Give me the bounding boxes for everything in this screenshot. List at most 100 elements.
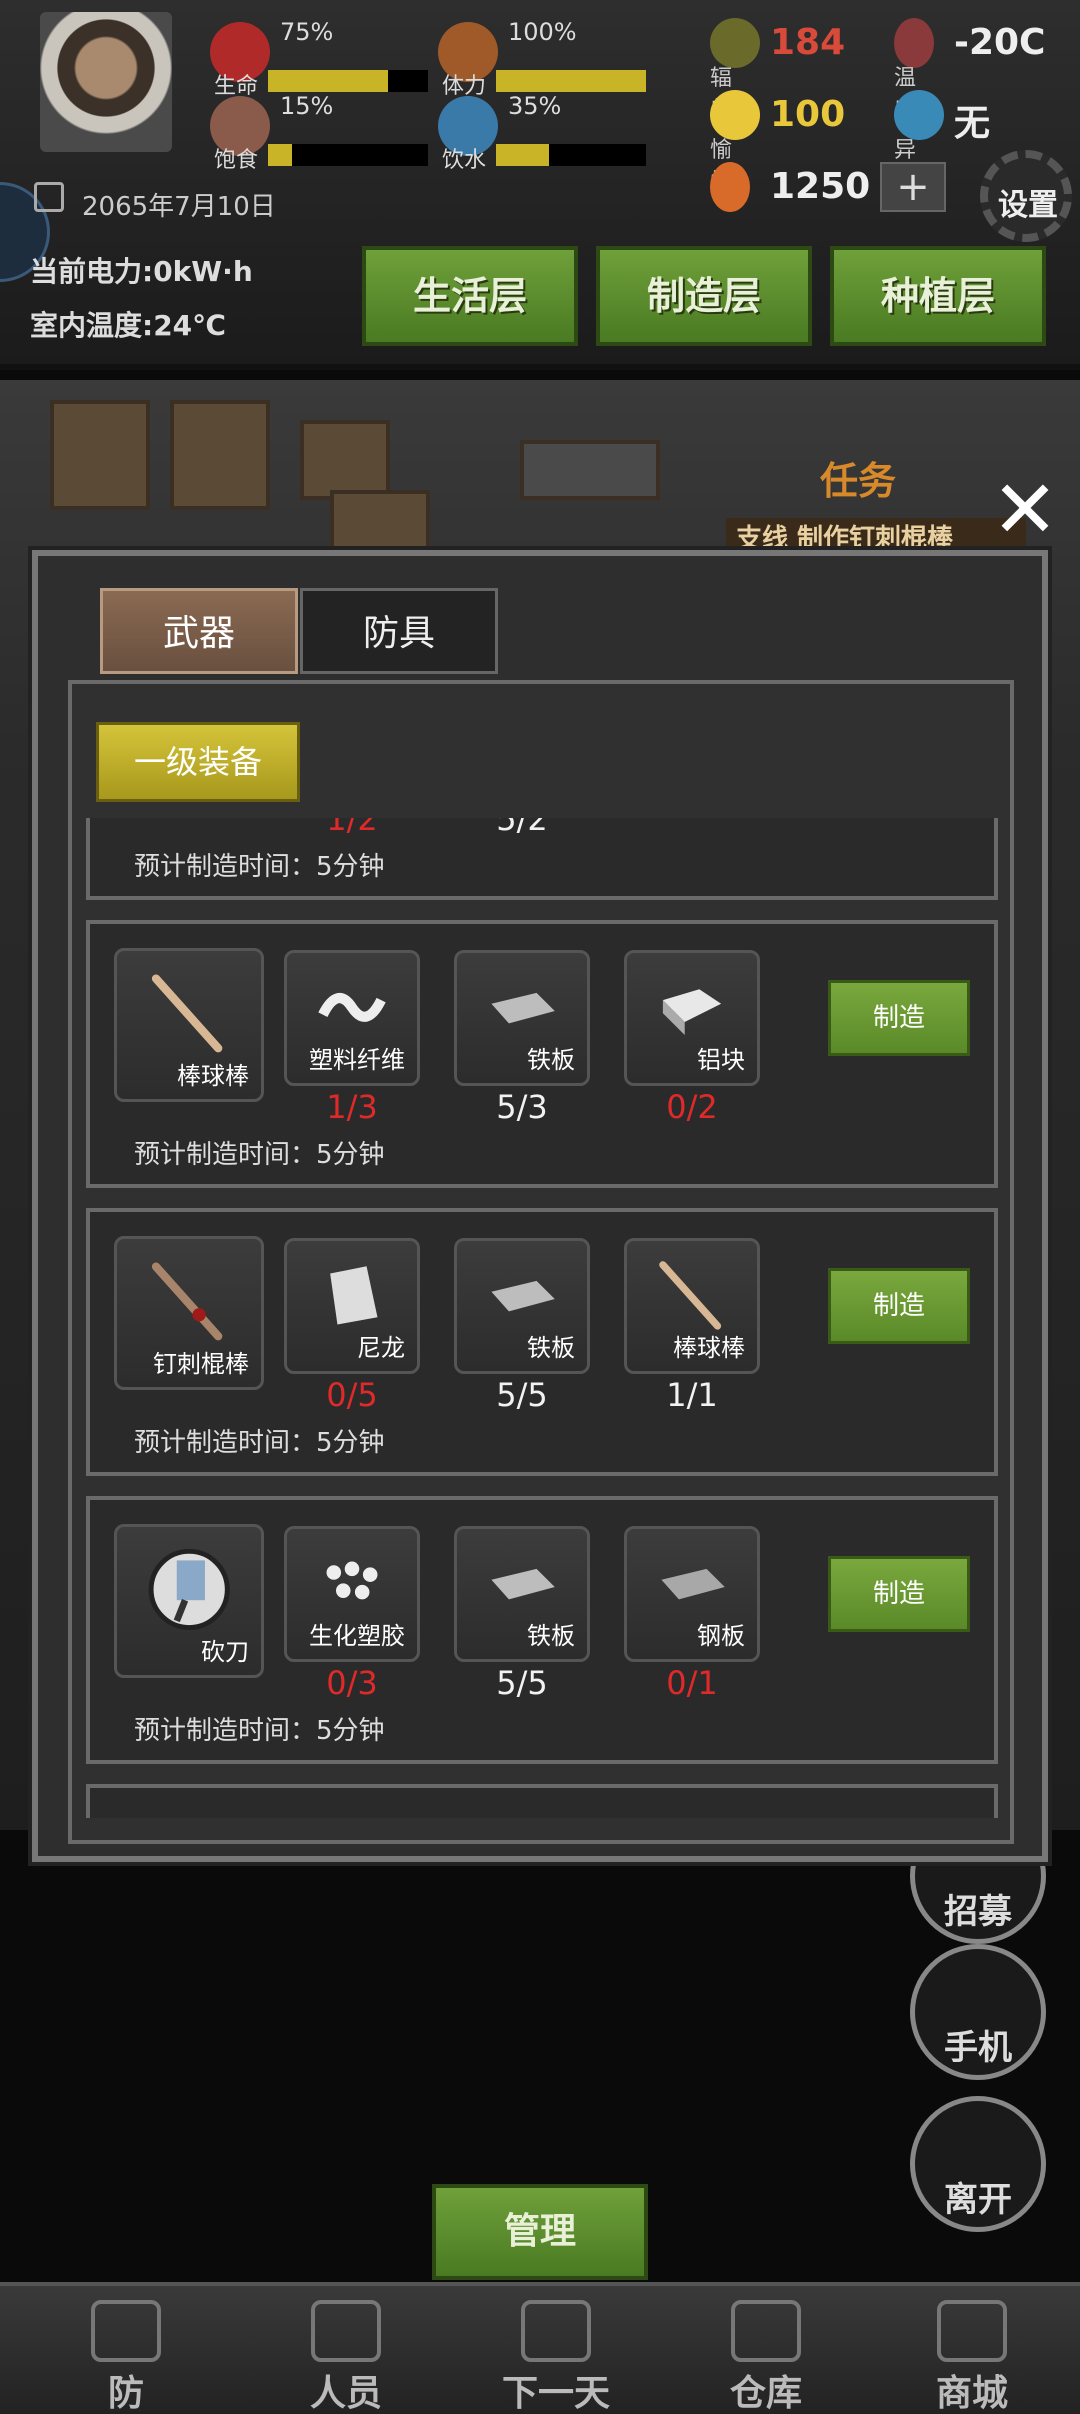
nav-next-day-label: 下一天 <box>501 2373 610 2414</box>
stat-stamina: 100% 体力 <box>438 18 648 99</box>
ingredient-count: 5/5 <box>496 1664 548 1702</box>
ingredient-name: 铝块 <box>697 1046 745 1074</box>
close-icon[interactable]: ✕ <box>990 470 1060 550</box>
phone-button[interactable]: 手机 <box>910 1944 1046 2080</box>
planting-floor-button[interactable]: 种植层 <box>830 246 1046 346</box>
ingredient-count: 1/2 <box>326 818 378 838</box>
craft-time: 预计制造时间：5分钟 <box>134 1428 385 1458</box>
nav-next-day[interactable]: 下一天 <box>456 2286 656 2414</box>
result-name: 砍刀 <box>201 1638 249 1666</box>
plastic-fiber-icon <box>318 993 386 1022</box>
craft-button[interactable]: 制造 <box>828 1556 970 1632</box>
craft-button[interactable]: 制造 <box>828 980 970 1056</box>
shop-icon <box>937 2300 1007 2362</box>
iron-plate-icon <box>491 1569 555 1600</box>
ingredient-count: 5/5 <box>496 1376 548 1414</box>
ingredient-count: 5/2 <box>496 818 548 838</box>
result-slot[interactable]: 棒球棒 <box>114 948 264 1102</box>
health-percent: 75% <box>280 18 334 46</box>
crate-prop <box>300 420 390 500</box>
bottom-nav: 防 人员 下一天 仓库 商城 <box>0 2282 1080 2414</box>
recipe-card-knuckles: 指虎 1/2 5/2 预计制造时间：5分钟 <box>86 818 998 900</box>
nav-staff[interactable]: 人员 <box>246 2286 446 2414</box>
stamina-bar-fill <box>496 70 646 92</box>
recruit-label: 招募 <box>944 1892 1012 1932</box>
nav-warehouse-label: 仓库 <box>729 2373 802 2414</box>
leave-button[interactable]: 离开 <box>910 2096 1046 2232</box>
recipe-card-machete: 砍刀 生化塑胶 0/3 铁板 5/5 钢板 0/1 制造 预计制造时间：5分钟 <box>86 1496 998 1764</box>
ingredient-name: 塑料纤维 <box>309 1046 405 1074</box>
result-name: 钉刺棍棒 <box>153 1350 249 1378</box>
joy-value: 100 <box>770 94 846 135</box>
stamina-percent: 100% <box>508 18 577 46</box>
iron-plate-icon <box>491 993 555 1024</box>
leave-label: 离开 <box>944 2180 1012 2220</box>
nav-shop-label: 商城 <box>935 2373 1008 2414</box>
radiation-value: 184 <box>770 22 846 63</box>
shelf-prop <box>170 400 270 510</box>
result-name: 棒球棒 <box>177 1062 249 1090</box>
ingredient-count: 1/3 <box>326 1088 378 1126</box>
ingredient-count: 0/1 <box>666 1664 718 1702</box>
temperature-value: -20C <box>954 22 1046 63</box>
recipe-list[interactable]: 指虎 1/2 5/2 预计制造时间：5分钟 棒球棒 塑料纤维 1/3 <box>86 818 998 1818</box>
top-hud: 75% 生命 100% 体力 15% 饱食 35% 饮水 184 辐射 -20C… <box>0 0 1080 370</box>
crafting-modal: 武器 防具 一级装备 指虎 1/2 5/2 预计制造时间：5分钟 棒球棒 <box>32 550 1048 1862</box>
add-currency-button[interactable]: + <box>880 162 946 212</box>
ingredient-name: 生化塑胶 <box>309 1622 405 1650</box>
settings-label: 设置 <box>998 188 1058 223</box>
nylon-icon <box>330 1266 378 1325</box>
category-tabs: 武器 防具 <box>100 588 500 674</box>
craft-button[interactable]: 制造 <box>828 1268 970 1344</box>
ingredient-slot[interactable]: 塑料纤维 <box>284 950 420 1086</box>
book-icon <box>521 2300 591 2362</box>
baseball-bat-icon <box>659 1261 722 1330</box>
biochemical-plastic-icon <box>326 1561 378 1600</box>
result-slot[interactable]: 钉刺棍棒 <box>114 1236 264 1390</box>
hunger-bar-fill <box>268 144 292 166</box>
ingredient-name: 尼龙 <box>357 1334 405 1362</box>
steel-plate-icon <box>661 1569 725 1600</box>
ingredient-name: 棒球棒 <box>673 1334 745 1362</box>
phone-label: 手机 <box>944 2028 1012 2068</box>
ingredient-slot[interactable]: 钢板 <box>624 1526 760 1662</box>
hunger-percent: 15% <box>280 92 334 120</box>
ingredient-slot[interactable]: 尼龙 <box>284 1238 420 1374</box>
water-bar-fill <box>496 144 549 166</box>
ingredient-count: 5/3 <box>496 1088 548 1126</box>
shelf-prop <box>50 400 150 510</box>
nav-shop[interactable]: 商城 <box>872 2286 1072 2414</box>
ingredient-slot[interactable]: 铁板 <box>454 1238 590 1374</box>
hunger-label: 饱食 <box>214 148 259 173</box>
tab-armor[interactable]: 防具 <box>300 588 498 674</box>
living-floor-button[interactable]: 生活层 <box>362 246 578 346</box>
craft-time: 预计制造时间：5分钟 <box>134 1140 385 1170</box>
ingredient-count: 0/5 <box>326 1376 378 1414</box>
ingredient-slot[interactable]: 棒球棒 <box>624 1238 760 1374</box>
stat-hunger: 15% 饱食 <box>210 92 428 173</box>
recipe-card-baseball-bat: 棒球棒 塑料纤维 1/3 铁板 5/3 铝块 0/2 制造 预计制造时间：5分钟 <box>86 920 998 1188</box>
ingredient-name: 钢板 <box>697 1622 745 1650</box>
player-avatar[interactable] <box>40 12 172 152</box>
barrier-prop <box>520 440 660 500</box>
ingredient-slot[interactable]: 生化塑胶 <box>284 1526 420 1662</box>
tab-weapons[interactable]: 武器 <box>100 588 298 674</box>
ingredient-name: 铁板 <box>527 1334 575 1362</box>
settings-button[interactable]: 设置 <box>980 150 1072 242</box>
equipment-level-badge[interactable]: 一级装备 <box>96 722 300 802</box>
task-title[interactable]: 任务 <box>820 450 896 505</box>
nav-warehouse[interactable]: 仓库 <box>666 2286 866 2414</box>
aluminum-block-icon <box>662 989 722 1036</box>
water-label: 饮水 <box>442 148 487 173</box>
recipe-card-next <box>86 1784 998 1818</box>
result-slot[interactable]: 砍刀 <box>114 1524 264 1678</box>
stat-water: 35% 饮水 <box>438 92 648 173</box>
ingredient-slot[interactable]: 铁板 <box>454 950 590 1086</box>
fire-gem-icon <box>710 162 750 212</box>
recipe-panel: 一级装备 指虎 1/2 5/2 预计制造时间：5分钟 棒球棒 塑料纤维 <box>68 680 1014 1844</box>
crafting-floor-button[interactable]: 制造层 <box>596 246 812 346</box>
ingredient-slot[interactable]: 铁板 <box>454 1526 590 1662</box>
manage-button[interactable]: 管理 <box>432 2184 648 2280</box>
ingredient-slot[interactable]: 铝块 <box>624 950 760 1086</box>
nav-defense[interactable]: 防 <box>26 2286 226 2414</box>
